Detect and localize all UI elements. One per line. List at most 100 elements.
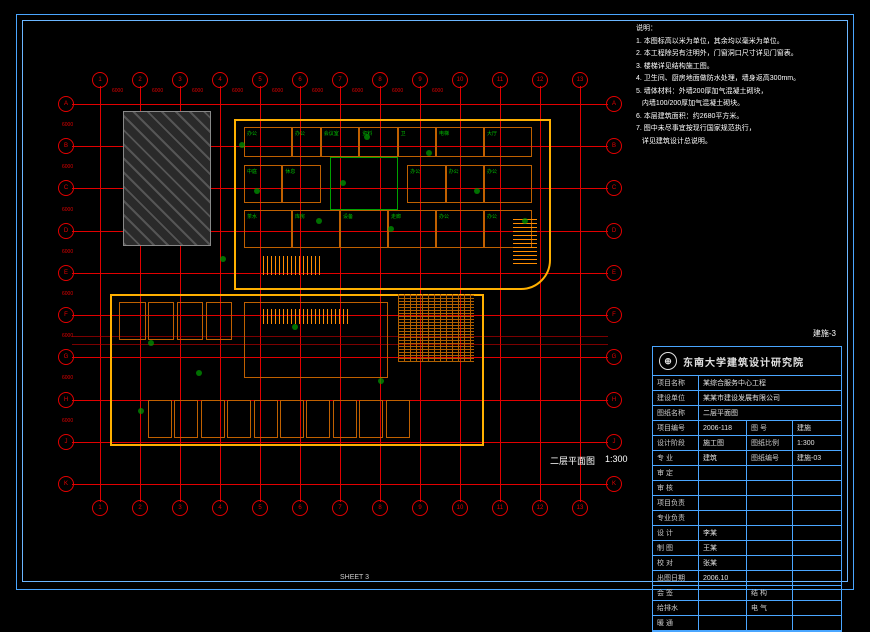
tb-label: 项目编号 (653, 421, 699, 435)
grid-bubble: K (606, 476, 622, 492)
tb-value (793, 496, 841, 510)
grid-bubble: 3 (172, 72, 188, 88)
tb-label: 制 图 (653, 541, 699, 555)
grid-bubble: 3 (172, 500, 188, 516)
note-line: 7. 图中未尽事宜按现行国家规范执行， (636, 124, 836, 135)
room (227, 400, 251, 438)
title-block-header: ⊕ 东南大学建筑设计研究院 (653, 347, 841, 376)
grid-bubble: E (606, 265, 622, 281)
room (280, 400, 304, 438)
grid-bubble: E (58, 265, 74, 281)
institute-name: 东南大学建筑设计研究院 (683, 354, 804, 369)
project-label: 建施-3 (813, 328, 836, 339)
gridline-vertical (580, 86, 581, 502)
grid-bubble: 13 (572, 500, 588, 516)
tb-value: 王某 (699, 541, 747, 555)
note-line: 6. 本层建筑面积：约2680平方米。 (636, 112, 836, 123)
grid-bubble: 2 (132, 500, 148, 516)
grid-bubble: 12 (532, 72, 548, 88)
dimension-text: 6000 (62, 418, 73, 424)
grid-bubble: 4 (212, 72, 228, 88)
tb-label (747, 511, 793, 525)
room-label: 大厅 (487, 130, 497, 137)
room-label: 办公 (439, 213, 449, 220)
grid-bubble: 7 (332, 500, 348, 516)
tb-value: 建施 (793, 421, 841, 435)
tb-label: 设计阶段 (653, 436, 699, 450)
tb-value: 某综合服务中心工程 (699, 376, 841, 390)
tb-value (699, 601, 747, 615)
tb-label (747, 541, 793, 555)
tb-value (793, 466, 841, 480)
grid-bubble: A (58, 96, 74, 112)
tb-value: 2006.10 (699, 571, 747, 585)
tb-label (747, 496, 793, 510)
tb-value: 1:300 (793, 436, 841, 450)
grid-bubble: 5 (252, 500, 268, 516)
room (177, 302, 203, 340)
dimension-text: 6000 (312, 88, 323, 94)
grid-bubble: F (606, 307, 622, 323)
tb-value: 建施-03 (793, 451, 841, 465)
grid-bubble: 1 (92, 500, 108, 516)
room (201, 400, 225, 438)
tb-label (747, 481, 793, 495)
dimension-text: 6000 (62, 207, 73, 213)
grid-bubble: 6 (292, 500, 308, 516)
tb-label: 出图日期 (653, 571, 699, 585)
tb-label: 图 号 (747, 421, 793, 435)
tb-label: 专业负责 (653, 511, 699, 525)
room (333, 400, 357, 438)
grid-bubble: D (606, 223, 622, 239)
dimension-text: 6000 (272, 88, 283, 94)
dimension-text: 6000 (62, 122, 73, 128)
tb-value: 二层平面图 (699, 406, 841, 420)
note-line: 1. 本图标高以米为单位，其余均以毫米为单位。 (636, 37, 836, 48)
tb-value (699, 586, 747, 600)
grid-bubble: 9 (412, 72, 428, 88)
tb-label: 暖 通 (653, 616, 699, 630)
note-line: 3. 楼梯详见结构施工图。 (636, 62, 836, 73)
room-label: 设备 (343, 213, 353, 220)
tb-value (699, 466, 747, 480)
institute-logo-icon: ⊕ (659, 352, 677, 370)
room-label: 休息 (285, 168, 295, 175)
dimension-text: 6000 (392, 88, 403, 94)
tb-label (747, 616, 793, 630)
grid-bubble: 2 (132, 72, 148, 88)
room-label: 办公 (247, 130, 257, 137)
grid-bubble: 4 (212, 500, 228, 516)
title-block-grid: 项目编号2006-118图 号建施设计阶段施工图图纸比例1:300专 业建筑图纸… (653, 421, 841, 586)
note-line: 内墙100/200厚加气混凝土砌块。 (636, 99, 836, 110)
note-line: 4. 卫生间、厨房地面做防水处理，墙身返高300mm。 (636, 74, 836, 85)
grid-bubble: B (606, 138, 622, 154)
note-line: 详见建筑设计总说明。 (636, 137, 836, 148)
tb-value (793, 556, 841, 570)
tb-value (793, 571, 841, 585)
grid-bubble: 7 (332, 72, 348, 88)
pergola-grid (398, 294, 475, 362)
grid-bubble: 6 (292, 72, 308, 88)
tb-label: 项目负责 (653, 496, 699, 510)
dimension-text: 6000 (62, 164, 73, 170)
tb-label: 结 构 (747, 586, 793, 600)
tb-label (747, 556, 793, 570)
room-label: 茶水 (247, 213, 257, 220)
landscape-dot (340, 180, 346, 186)
note-line: 2. 本工程除另有注明外，门窗洞口尺寸详见门窗表。 (636, 49, 836, 60)
stair (263, 309, 349, 324)
tb-label: 图纸比例 (747, 436, 793, 450)
grid-bubble: 9 (412, 500, 428, 516)
gridline-horizontal (72, 484, 608, 485)
grid-bubble: 8 (372, 500, 388, 516)
tb-value (793, 541, 841, 555)
grid-bubble: J (606, 434, 622, 450)
grid-bubble: J (58, 434, 74, 450)
grid-bubble: 8 (372, 72, 388, 88)
gridline-vertical (100, 86, 101, 502)
room (148, 400, 172, 438)
grid-bubble: 5 (252, 72, 268, 88)
room (119, 302, 145, 340)
landscape-dot (220, 256, 226, 262)
tb-value: 李某 (699, 526, 747, 540)
